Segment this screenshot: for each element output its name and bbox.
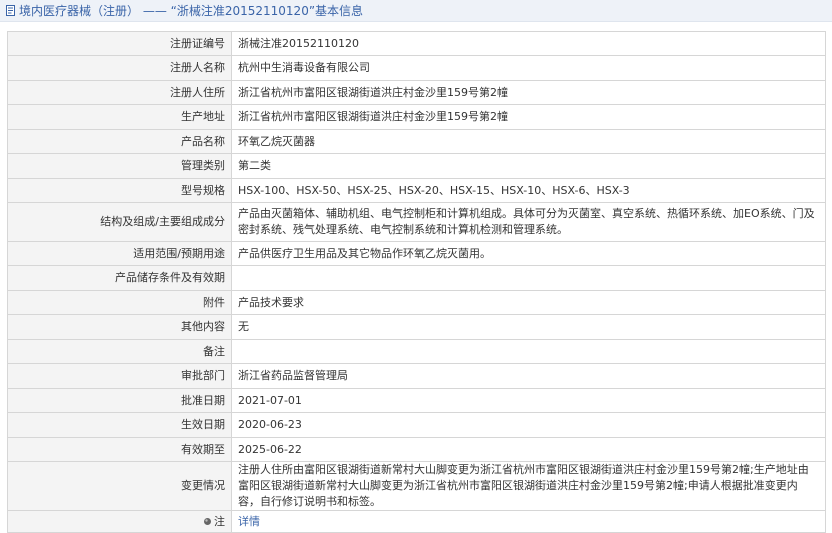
table-row-approval-date: 批准日期 2021-07-01 — [7, 388, 826, 413]
field-value-remark — [231, 339, 826, 364]
field-value-category: 第二类 — [231, 153, 826, 179]
field-value-change-info: 注册人住所由富阳区银湖街道新常村大山脚变更为浙江省杭州市富阳区银湖街道洪庄村金沙… — [231, 461, 826, 511]
field-label: 备注 — [7, 339, 232, 364]
note-label-text: 注 — [214, 514, 225, 528]
field-label: 产品名称 — [7, 129, 232, 154]
table-row-footer: 注 详情 — [7, 510, 826, 533]
table-row-product-name: 产品名称 环氧乙烷灭菌器 — [7, 129, 826, 154]
table-row-production-address: 生产地址 浙江省杭州市富阳区银湖街道洪庄村金沙里159号第2幢 — [7, 104, 826, 130]
field-label: 变更情况 — [7, 461, 232, 511]
table-row-approval-dept: 审批部门 浙江省药品监督管理局 — [7, 363, 826, 389]
field-value-reg-no: 浙械注准20152110120 — [231, 31, 826, 56]
field-value-production-address: 浙江省杭州市富阳区银湖街道洪庄村金沙里159号第2幢 — [231, 104, 826, 130]
table-row-storage: 产品储存条件及有效期 — [7, 265, 826, 291]
field-value-scope: 产品供医疗卫生用品及其它物品作环氧乙烷灭菌用。 — [231, 241, 826, 266]
table-row-attachment: 附件 产品技术要求 — [7, 290, 826, 315]
field-value-storage — [231, 265, 826, 291]
table-row-model: 型号规格 HSX-100、HSX-50、HSX-25、HSX-20、HSX-15… — [7, 178, 826, 203]
field-label: 结构及组成/主要组成成分 — [7, 202, 232, 242]
table-row-remark: 备注 — [7, 339, 826, 364]
table-row-scope: 适用范围/预期用途 产品供医疗卫生用品及其它物品作环氧乙烷灭菌用。 — [7, 241, 826, 266]
field-value-registrant-address: 浙江省杭州市富阳区银湖街道洪庄村金沙里159号第2幢 — [231, 80, 826, 105]
field-label: 适用范围/预期用途 — [7, 241, 232, 266]
field-value-expiry-date: 2025-06-22 — [231, 437, 826, 462]
detail-link[interactable]: 详情 — [238, 515, 260, 528]
page-title: 境内医疗器械（注册） —— “浙械注准20152110120”基本信息 — [19, 4, 364, 18]
field-value-model: HSX-100、HSX-50、HSX-25、HSX-20、HSX-15、HSX-… — [231, 178, 826, 203]
field-value-effective-date: 2020-06-23 — [231, 412, 826, 438]
field-label: 生效日期 — [7, 412, 232, 438]
field-label: 有效期至 — [7, 437, 232, 462]
document-icon — [6, 5, 15, 16]
pin-icon — [204, 517, 211, 525]
field-value-approval-dept: 浙江省药品监督管理局 — [231, 363, 826, 389]
table-row-reg-no: 注册证编号 浙械注准20152110120 — [7, 31, 826, 56]
field-label: 管理类别 — [7, 153, 232, 179]
field-value-approval-date: 2021-07-01 — [231, 388, 826, 413]
footer-detail-cell: 详情 — [231, 510, 826, 533]
field-label: 附件 — [7, 290, 232, 315]
table-row-other: 其他内容 无 — [7, 314, 826, 340]
field-label: 型号规格 — [7, 178, 232, 203]
field-label: 生产地址 — [7, 104, 232, 130]
field-label: 注册证编号 — [7, 31, 232, 56]
table-row-structure: 结构及组成/主要组成成分 产品由灭菌箱体、辅助机组、电气控制柜和计算机组成。具体… — [7, 202, 826, 242]
field-label: 注册人住所 — [7, 80, 232, 105]
field-value-product-name: 环氧乙烷灭菌器 — [231, 129, 826, 154]
footer-note-label: 注 — [7, 510, 232, 533]
field-value-other: 无 — [231, 314, 826, 340]
field-label: 批准日期 — [7, 388, 232, 413]
field-value-registrant: 杭州中生消毒设备有限公司 — [231, 55, 826, 81]
field-value-structure: 产品由灭菌箱体、辅助机组、电气控制柜和计算机组成。具体可分为灭菌室、真空系统、热… — [231, 202, 826, 242]
device-detail-table: 注册证编号 浙械注准20152110120 注册人名称 杭州中生消毒设备有限公司… — [7, 31, 826, 533]
table-row-expiry-date: 有效期至 2025-06-22 — [7, 437, 826, 462]
table-row-registrant-address: 注册人住所 浙江省杭州市富阳区银湖街道洪庄村金沙里159号第2幢 — [7, 80, 826, 105]
page-title-bar: 境内医疗器械（注册） —— “浙械注准20152110120”基本信息 — [0, 0, 832, 22]
field-label: 产品储存条件及有效期 — [7, 265, 232, 291]
table-row-effective-date: 生效日期 2020-06-23 — [7, 412, 826, 438]
field-label: 注册人名称 — [7, 55, 232, 81]
table-row-registrant: 注册人名称 杭州中生消毒设备有限公司 — [7, 55, 826, 81]
field-label: 审批部门 — [7, 363, 232, 389]
field-value-attachment: 产品技术要求 — [231, 290, 826, 315]
field-label: 其他内容 — [7, 314, 232, 340]
table-row-category: 管理类别 第二类 — [7, 153, 826, 179]
table-row-change-info: 变更情况 注册人住所由富阳区银湖街道新常村大山脚变更为浙江省杭州市富阳区银湖街道… — [7, 461, 826, 511]
